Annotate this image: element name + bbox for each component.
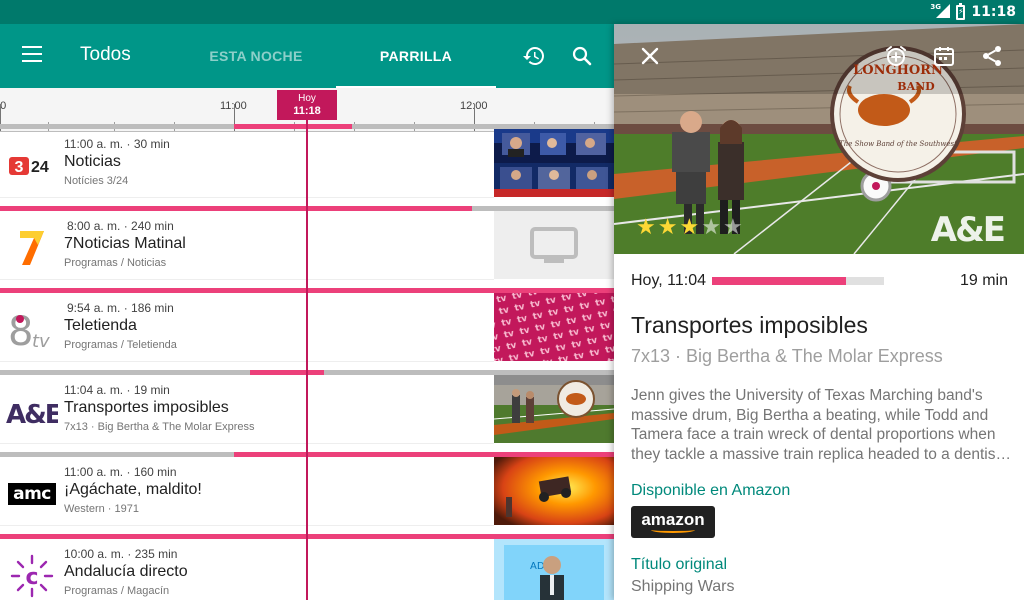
channel-watermark: A&E — [930, 210, 1006, 250]
program-thumbnail[interactable]: tv — [494, 293, 614, 361]
program-time: 11:00 a. m. · 30 min — [64, 137, 170, 151]
program-title: ¡Agáchate, maldito! — [64, 481, 202, 498]
share-icon[interactable] — [980, 44, 1004, 68]
menu-icon[interactable] — [22, 46, 42, 62]
program-time: 8:00 a. m. · 240 min — [67, 219, 174, 233]
episode-info: 7x13 · Big Bertha & The Molar Express — [631, 346, 943, 366]
tab-parrilla[interactable]: PARRILLA — [336, 24, 496, 88]
app-bar: Todos ESTA NOCHE PARRILLA — [0, 24, 614, 88]
program-description: Jenn gives the University of Texas March… — [631, 387, 1011, 463]
program-time: 10:00 a. m. · 235 min — [64, 547, 178, 561]
svg-text:24: 24 — [31, 159, 49, 176]
program-detail-panel: LONGHORN BAND The Show Band of the South… — [614, 24, 1024, 600]
channel-logo-canal-sur: c — [6, 554, 58, 598]
star-empty-icon: ★ — [701, 214, 721, 239]
progress-bar — [712, 277, 884, 285]
program-thumbnail[interactable]: AD — [494, 539, 614, 600]
channel-logo-ae: A&E — [6, 392, 58, 432]
program-time: 11:04 a. m. · 19 min — [64, 383, 170, 397]
star-filled-icon: ★ — [636, 214, 656, 239]
status-bar: 3G ⚡ 11:18 — [0, 0, 1024, 24]
tab-esta-noche[interactable]: ESTA NOCHE — [176, 24, 336, 88]
program-title: Transportes imposibles — [64, 399, 229, 416]
original-title-value: Shipping Wars — [631, 578, 735, 595]
rating-stars: ★ ★ ★ ★ ★ — [636, 216, 743, 238]
channel-logo-7 — [6, 228, 58, 268]
tv-icon — [530, 227, 578, 263]
app-title: Todos — [80, 44, 131, 65]
program-subtitle: Notícies 3/24 — [64, 175, 129, 187]
svg-text:tv: tv — [32, 331, 50, 351]
program-subtitle: Programas / Magacín — [64, 585, 170, 597]
original-title-label: Título original — [631, 556, 728, 573]
channel-logo-amc: amc — [6, 474, 58, 514]
now-indicator: Hoy 11:18 — [277, 90, 337, 120]
availability-label: Disponible en Amazon — [631, 482, 791, 499]
program-thumbnail[interactable] — [494, 129, 614, 197]
program-title: Transportes imposibles — [631, 312, 868, 338]
history-icon[interactable] — [522, 44, 546, 68]
clock: 11:18 — [971, 4, 1016, 20]
svg-text:A&E: A&E — [6, 400, 58, 427]
program-title: Andalucía directo — [64, 563, 188, 580]
program-title: Noticias — [64, 153, 121, 170]
svg-text:AD: AD — [530, 561, 545, 572]
program-thumbnail[interactable] — [494, 375, 614, 443]
program-subtitle: Programas / Teletienda — [64, 339, 177, 351]
program-thumbnail-placeholder[interactable] — [494, 211, 614, 279]
star-empty-icon: ★ — [722, 214, 743, 239]
program-time: 9:54 a. m. · 186 min — [67, 301, 174, 315]
program-title: 7Noticias Matinal — [64, 235, 186, 252]
air-time: Hoy, 11:04 — [631, 272, 707, 289]
status-bar-right: 3G ⚡ 11:18 — [930, 0, 1016, 24]
now-line — [306, 120, 308, 600]
program-thumbnail[interactable] — [494, 457, 614, 525]
amazon-button[interactable]: amazon — [631, 506, 715, 538]
add-alarm-icon[interactable] — [884, 44, 908, 68]
program-subtitle: Programas / Noticias — [64, 257, 167, 269]
svg-text:The Show Band of the Southwest: The Show Band of the Southwest — [839, 140, 957, 148]
calendar-icon[interactable] — [932, 44, 956, 68]
close-icon[interactable] — [638, 44, 662, 68]
battery-icon: ⚡ — [956, 2, 966, 20]
program-hero-image: LONGHORN BAND The Show Band of the South… — [614, 24, 1024, 254]
star-filled-icon: ★ — [657, 214, 678, 239]
svg-text:c: c — [25, 565, 38, 590]
signal-icon: 3G — [930, 3, 951, 20]
remaining-duration: 19 min — [959, 272, 1008, 289]
program-title: Teletienda — [64, 317, 137, 334]
program-subtitle: 7x13 · Big Bertha & The Molar Express — [64, 421, 255, 433]
channel-logo-8tv: 8 tv — [6, 309, 58, 351]
channel-logo-324: 3 24 — [6, 146, 58, 186]
search-icon[interactable] — [570, 44, 594, 68]
program-subtitle: Western · 1971 — [64, 503, 140, 515]
svg-text:3: 3 — [15, 159, 24, 176]
program-time: 11:00 a. m. · 160 min — [64, 465, 177, 479]
star-filled-icon: ★ — [679, 214, 700, 239]
